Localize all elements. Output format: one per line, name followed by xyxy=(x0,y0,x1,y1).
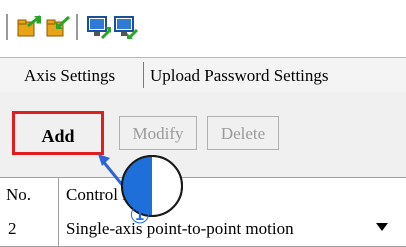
table-row[interactable]: 2 Single-axis point-to-point motion xyxy=(0,212,406,247)
download-icon[interactable] xyxy=(45,14,71,40)
modify-button[interactable]: Modify xyxy=(119,116,197,150)
column-divider xyxy=(58,177,59,246)
table-header: No. Control Mode xyxy=(0,177,406,213)
tab-axis-settings[interactable]: Axis Settings xyxy=(24,66,115,86)
add-button[interactable]: Add xyxy=(12,111,104,155)
upload-icon[interactable] xyxy=(16,14,42,40)
row-number: 2 xyxy=(8,219,17,238)
control-mode-select[interactable]: Single-axis point-to-point motion xyxy=(66,219,294,239)
tab-bar: Axis Settings Upload Password Settings xyxy=(0,57,406,93)
tab-upload-password-settings[interactable]: Upload Password Settings xyxy=(150,66,329,86)
import-icon[interactable] xyxy=(86,14,112,40)
button-bar: Add Modify Delete xyxy=(0,92,406,177)
toolbar xyxy=(0,0,406,54)
tab-divider xyxy=(143,62,144,88)
delete-button[interactable]: Delete xyxy=(207,116,279,150)
chevron-down-icon[interactable] xyxy=(376,223,388,231)
column-header-no: No. xyxy=(6,185,32,204)
step-callout-label: ① xyxy=(129,201,151,229)
toolbar-separator xyxy=(76,14,78,40)
export-icon[interactable] xyxy=(113,14,139,40)
control-mode-table: No. Control Mode 2 Single-axis point-to-… xyxy=(0,177,406,247)
toolbar-separator xyxy=(6,14,8,40)
